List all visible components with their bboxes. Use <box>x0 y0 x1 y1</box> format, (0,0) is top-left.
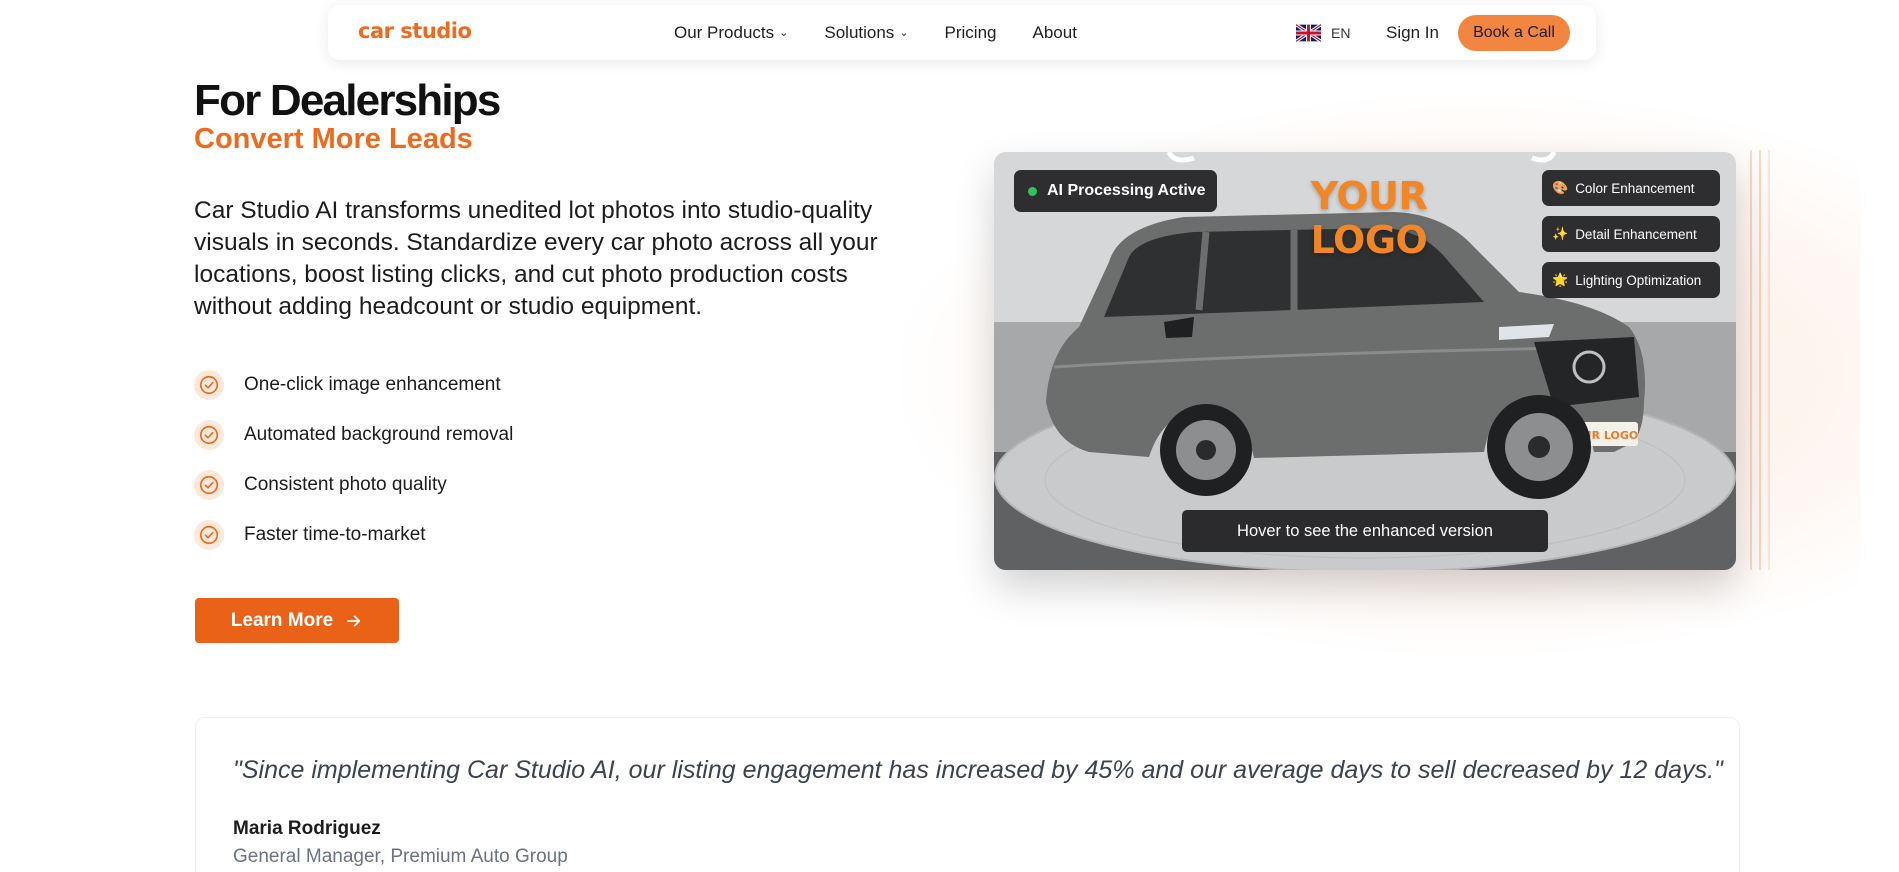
top-navbar: car studio Our Products ⌄ Solutions ⌄ Pr… <box>328 5 1596 60</box>
status-dot-icon <box>1028 186 1037 196</box>
language-code: EN <box>1331 24 1351 41</box>
sign-in-link[interactable]: Sign In <box>1386 5 1439 60</box>
testimonial-author: Maria Rodriguez <box>233 818 381 839</box>
palette-icon: 🎨 <box>1552 180 1569 195</box>
logo-placeholder: YOUR LOGO <box>1310 174 1428 262</box>
hover-hint: Hover to see the enhanced version <box>1182 510 1548 552</box>
brand-logo[interactable]: car studio <box>358 19 472 43</box>
feature-item: Faster time-to-market <box>194 510 513 560</box>
ai-processing-badge: AI Processing Active <box>1014 170 1217 212</box>
page-title: For Dealerships <box>194 76 501 125</box>
testimonial-card: "Since implementing Car Studio AI, our l… <box>195 717 1740 872</box>
check-circle-icon <box>194 470 224 500</box>
tag-detail-enhancement: ✨ Detail Enhancement <box>1542 216 1720 252</box>
hero-description: Car Studio AI transforms unedited lot ph… <box>194 197 878 320</box>
nav-our-products[interactable]: Our Products ⌄ <box>674 23 788 43</box>
sun-icon: 🌟 <box>1552 272 1569 287</box>
learn-more-button[interactable]: Learn More <box>195 598 399 643</box>
check-circle-icon <box>194 370 224 400</box>
feature-item: One-click image enhancement <box>194 360 513 410</box>
feature-item: Consistent photo quality <box>194 460 513 510</box>
nav-solutions[interactable]: Solutions ⌄ <box>824 23 908 43</box>
arrow-right-icon <box>345 612 363 630</box>
chevron-down-icon: ⌄ <box>779 27 789 39</box>
page-subtitle: Convert More Leads <box>194 123 473 155</box>
language-selector[interactable]: EN <box>1296 5 1350 60</box>
chevron-down-icon: ⌄ <box>899 27 909 39</box>
check-circle-icon <box>194 420 224 450</box>
uk-flag-icon <box>1296 23 1321 42</box>
feature-item: Automated background removal <box>194 410 513 460</box>
testimonial-quote: "Since implementing Car Studio AI, our l… <box>233 756 1723 784</box>
check-circle-icon <box>194 520 224 550</box>
nav-pricing[interactable]: Pricing <box>945 23 997 43</box>
testimonial-role: General Manager, Premium Auto Group <box>233 846 568 867</box>
tag-color-enhancement: 🎨 Color Enhancement <box>1542 170 1720 206</box>
feature-list: One-click image enhancement Automated ba… <box>194 360 513 560</box>
sparkles-icon: ✨ <box>1552 226 1569 241</box>
book-a-call-button[interactable]: Book a Call <box>1458 15 1570 51</box>
tag-lighting-optimization: 🌟 Lighting Optimization <box>1542 262 1720 298</box>
main-nav: Our Products ⌄ Solutions ⌄ Pricing About <box>674 5 1113 60</box>
decorative-stripes <box>1750 150 1780 570</box>
car-preview-image[interactable]: YOUR LOGO AI Processing Active YOUR LOGO… <box>994 152 1736 570</box>
nav-about[interactable]: About <box>1033 23 1077 43</box>
